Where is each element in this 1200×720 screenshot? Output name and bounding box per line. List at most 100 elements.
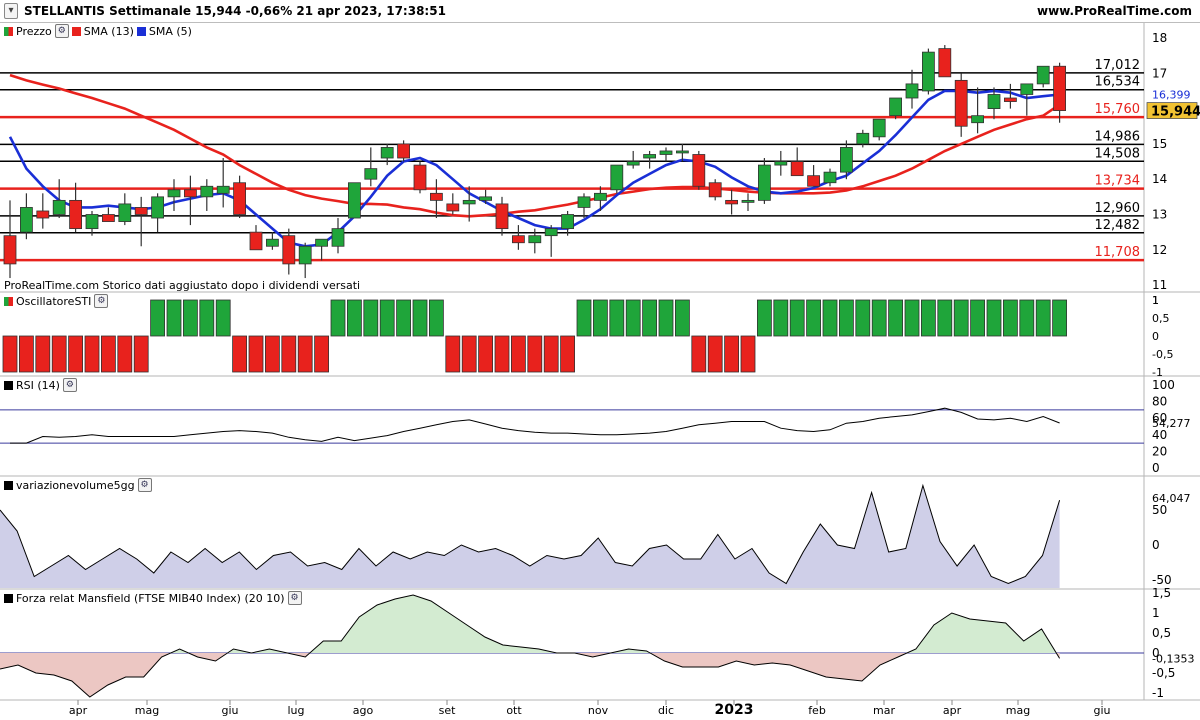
oscillator-bar (166, 299, 182, 337)
chart-canvas: 181716151413121117,01216,53415,76014,986… (0, 23, 1200, 718)
candle-body (413, 164, 427, 191)
vol-legend-swatch (4, 480, 13, 490)
oscillator-bar (330, 299, 346, 337)
x-axis-label: lug (287, 704, 304, 717)
settings-icon[interactable]: ⚙ (137, 478, 152, 492)
oscillator-bar (232, 335, 248, 373)
candle-body (495, 203, 509, 230)
mansfield-negative-area (0, 653, 1060, 697)
candle-body (758, 164, 771, 201)
oscillator-bar (593, 299, 608, 337)
candle-body (446, 203, 460, 212)
oscillator-bar (478, 335, 494, 373)
oscillator-bar (970, 299, 985, 337)
candle-body (69, 199, 82, 230)
candle-body (708, 182, 722, 198)
candle-body (151, 196, 165, 219)
level-label: 12,960 (1095, 201, 1141, 216)
osc-panel-legend: OscillatoreSTI ⚙ (4, 294, 109, 308)
oscillator-bar (84, 335, 100, 373)
sma5-line (8, 89, 1060, 248)
sma13-legend-swatch (71, 26, 81, 36)
oscillator-bar (855, 299, 871, 337)
rsi-line (10, 407, 1060, 444)
candle-body (840, 147, 853, 173)
level-label: 11,708 (1095, 245, 1141, 260)
legend-price: Prezzo (16, 24, 52, 38)
oscillator-bar (314, 335, 330, 373)
oscillator-bar (133, 335, 149, 373)
mansfield-panel-title: Forza relat Mansfield (FTSE MIB40 Index)… (16, 591, 285, 605)
sma5-value-label: 16,399 (1152, 89, 1191, 102)
oscillator-bar (1035, 299, 1051, 337)
oscillator-bar (182, 299, 198, 337)
settings-icon[interactable]: ⚙ (54, 24, 69, 38)
oscillator-bar (428, 299, 444, 337)
rsi-axis-tick: 0 (1152, 461, 1160, 475)
candle-body (971, 115, 984, 124)
oscillator-bar (1019, 299, 1035, 337)
oscillator-bar (986, 299, 1002, 337)
candle-body (331, 228, 345, 247)
mansfield-axis-tick: 1,5 (1152, 586, 1171, 600)
oscillator-bar (297, 335, 313, 373)
oscillator-bar (363, 299, 379, 337)
candle-body (922, 51, 935, 92)
oscillator-bar (1003, 299, 1018, 337)
price-axis-tick: 11 (1152, 278, 1167, 292)
candle-body (429, 192, 443, 201)
vol-value-label: 64,047 (1152, 492, 1191, 505)
candle-body (544, 228, 558, 237)
candle-body (561, 214, 574, 230)
oscillator-bar (117, 335, 133, 373)
osc-panel-title: OscillatoreSTI (16, 294, 92, 308)
settings-icon[interactable]: ⚙ (94, 294, 109, 308)
mansfield-panel-legend: Forza relat Mansfield (FTSE MIB40 Index)… (4, 591, 302, 605)
candle-body (577, 196, 591, 208)
osc-legend-icon (4, 296, 13, 306)
candle-body (85, 214, 99, 230)
oscillator-bar (445, 335, 461, 373)
mansfield-legend-swatch (4, 593, 13, 603)
mansfield-axis-tick: -0,5 (1152, 666, 1175, 680)
settings-icon[interactable]: ⚙ (287, 591, 302, 605)
rsi-axis-tick: 80 (1152, 395, 1167, 409)
candle-body (692, 154, 706, 187)
candle-body (347, 182, 361, 219)
price-axis-tick: 12 (1152, 243, 1167, 257)
oscillator-bar (543, 335, 559, 373)
x-axis-label: giu (221, 704, 238, 717)
oscillator-bar (379, 299, 395, 337)
sma5-legend-swatch (136, 26, 146, 36)
candle-body (659, 150, 673, 155)
candle-body (954, 79, 968, 127)
oscillator-bar (707, 335, 723, 373)
x-axis-label: ott (506, 704, 522, 717)
settings-icon[interactable]: ⚙ (62, 378, 77, 392)
oscillator-bar (839, 299, 854, 337)
candle-body (216, 185, 230, 194)
osc-axis-tick: -0,5 (1152, 348, 1173, 361)
level-label: 15,760 (1095, 102, 1141, 117)
oscillator-bar (609, 299, 625, 337)
oscillator-bar (396, 299, 412, 337)
oscillator-bar (215, 299, 231, 337)
price-axis-tick: 14 (1152, 172, 1167, 186)
oscillator-bar (740, 335, 756, 373)
osc-axis-tick: 0 (1152, 330, 1159, 343)
osc-value-label: 1 (1152, 294, 1159, 307)
oscillator-bar (248, 335, 264, 373)
candle-body (102, 214, 115, 222)
oscillator-bar (576, 299, 592, 337)
chart-window: ▾ STELLANTIS Settimanale 15,944 -0,66% 2… (0, 0, 1200, 720)
oscillator-bar (904, 299, 920, 337)
oscillator-bar (346, 299, 362, 337)
vol-panel-legend: variazionevolume5gg ⚙ (4, 478, 152, 492)
candle-body (479, 196, 493, 201)
x-axis-label: mag (135, 704, 159, 717)
x-axis-label: apr (69, 704, 88, 717)
mansfield-axis-tick: 0,5 (1152, 626, 1171, 640)
oscillator-bar (658, 299, 674, 337)
candle-body (118, 203, 132, 222)
oscillator-bar (822, 299, 838, 337)
